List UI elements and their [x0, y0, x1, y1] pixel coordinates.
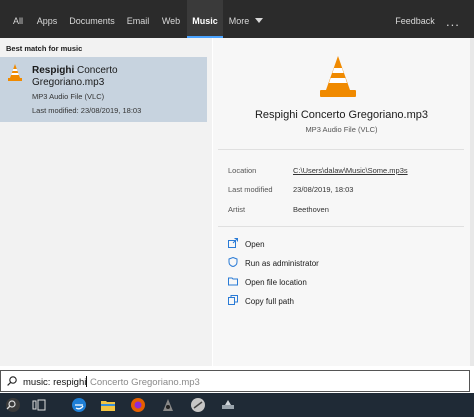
copy-full-path-label: Copy full path — [245, 297, 294, 306]
location-link[interactable]: C:\Users\dalaw\Music\Some.mp3s — [293, 166, 408, 175]
shield-icon — [228, 257, 238, 267]
search-box[interactable]: music: respighi Concerto Gregoriano.mp3 — [0, 370, 470, 392]
section-title: Best match for music — [6, 44, 83, 53]
vlc-icon — [320, 56, 356, 97]
app-icon[interactable] — [189, 396, 207, 414]
divider — [218, 149, 464, 150]
preview-title: Respighi Concerto Gregoriano.mp3 — [254, 109, 429, 121]
app-icon[interactable] — [159, 396, 177, 414]
tab-web[interactable]: Web — [158, 0, 184, 38]
open-icon — [228, 238, 238, 248]
result-modified: Last modified: 23/08/2019, 18:03 — [32, 106, 142, 115]
open-file-location-label: Open file location — [245, 278, 307, 287]
search-suggestion: Concerto Gregoriano.mp3 — [87, 377, 200, 388]
location-label: Location — [228, 166, 257, 175]
tab-email[interactable]: Email — [124, 0, 152, 38]
feedback-button[interactable]: Feedback — [394, 0, 436, 38]
artist-value: Beethoven — [293, 205, 329, 214]
task-view-icon[interactable] — [30, 396, 48, 414]
run-as-admin-action[interactable]: Run as administrator — [228, 257, 428, 271]
more-options-button[interactable]: ... — [446, 14, 460, 29]
taskbar — [0, 393, 474, 417]
open-label: Open — [245, 240, 265, 249]
tab-documents[interactable]: Documents — [66, 0, 118, 38]
search-input[interactable]: music: respighi Concerto Gregoriano.mp3 — [23, 376, 200, 388]
best-match-result[interactable]: Respighi Concerto Gregoriano.mp3 MP3 Aud… — [0, 57, 207, 122]
chevron-down-icon[interactable] — [255, 18, 263, 23]
folder-icon — [228, 277, 238, 286]
result-title: Respighi Concerto — [32, 65, 118, 76]
divider — [218, 226, 464, 227]
artist-label: Artist — [228, 205, 246, 214]
file-explorer-icon[interactable] — [99, 396, 117, 414]
tab-all[interactable]: All — [6, 0, 30, 38]
preview-type: MP3 Audio File (VLC) — [305, 125, 378, 134]
open-action[interactable]: Open — [228, 238, 428, 252]
result-title-line2: Gregoriano.mp3 — [32, 77, 105, 88]
app-icon[interactable] — [219, 396, 237, 414]
firefox-icon[interactable] — [129, 396, 147, 414]
scrollbar[interactable] — [470, 38, 474, 366]
search-icon — [7, 376, 17, 386]
result-type: MP3 Audio File (VLC) — [32, 92, 105, 101]
copy-icon — [228, 295, 238, 305]
vlc-icon — [8, 64, 22, 81]
tab-apps[interactable]: Apps — [34, 0, 60, 38]
open-file-location-action[interactable]: Open file location — [228, 276, 428, 290]
run-as-admin-label: Run as administrator — [245, 259, 319, 268]
edge-icon[interactable] — [70, 396, 88, 414]
tab-music[interactable]: Music — [187, 0, 223, 38]
modified-value: 23/08/2019, 18:03 — [293, 185, 354, 194]
start-icon[interactable] — [4, 396, 22, 414]
modified-label: Last modified — [228, 185, 273, 194]
tab-more[interactable]: More — [226, 0, 252, 38]
copy-full-path-action[interactable]: Copy full path — [228, 295, 428, 309]
